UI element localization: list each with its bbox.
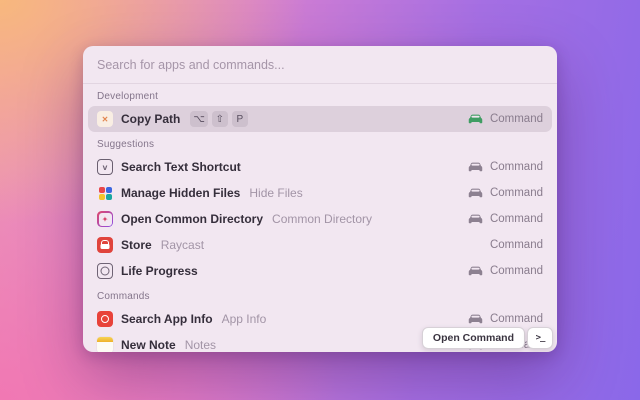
item-title: Search App Info [121,312,213,326]
item-subtitle: Notes [184,338,217,352]
launcher-window: Search for apps and commands... Developm… [83,46,557,352]
new-note-icon [97,337,113,352]
list-item-manage-hidden-files[interactable]: Manage Hidden Files Hide Files Command [88,180,552,206]
item-subtitle: Hide Files [249,186,303,200]
list-item-store[interactable]: Store Raycast Command [88,232,552,258]
item-type-label: Command [489,213,543,225]
item-title: Open Common Directory [121,212,264,226]
extension-icon [97,111,113,127]
results-list: Development Copy Path ⌥⇧P Command Suggestion… [83,84,557,352]
car-icon [468,313,483,325]
life-progress-icon [97,263,113,279]
item-title: Manage Hidden Files [121,186,241,200]
item-title: Search Text Shortcut [121,160,241,174]
common-directory-icon [97,211,113,227]
item-title: Store [121,238,152,252]
open-command-button[interactable]: Open Command [421,327,525,349]
item-title: Life Progress [121,264,198,278]
search-input[interactable]: Search for apps and commands... [97,58,285,72]
item-accessories: Command [468,313,543,325]
car-icon [468,113,483,125]
item-subtitle: App Info [221,312,267,326]
item-accessories: Command [468,113,543,125]
item-type-label: Command [489,265,543,277]
item-type-label: Command [489,239,543,251]
item-type-label: Command [489,187,543,199]
terminal-prompt-key-icon[interactable]: >_ [527,327,553,349]
section-header-commands: Commands [97,291,150,302]
item-type-label: Command [489,313,543,325]
shortcut-keys: ⌥ ⇧ P [190,111,248,127]
store-icon [97,237,113,253]
text-shortcut-icon [97,159,113,175]
keycap: ⌥ [190,111,208,127]
item-subtitle: Raycast [160,238,205,252]
keycap: ⇧ [211,111,228,127]
item-accessories: Command [468,161,543,173]
item-accessories: Command [490,239,543,251]
search-bar[interactable]: Search for apps and commands... [83,46,557,84]
item-accessories: Command [468,213,543,225]
keycap: P [231,111,248,127]
list-item-search-text-shortcut[interactable]: Search Text Shortcut Command [88,154,552,180]
car-icon [468,187,483,199]
item-type-label: Command [489,161,543,173]
open-command-hint: Open Command >_ [421,327,553,349]
item-title: Copy Path [121,112,181,126]
item-subtitle: Common Directory [272,212,373,226]
item-accessories: Command [468,265,543,277]
section-header-suggestions: Suggestions [97,139,155,150]
item-title: New Note [121,338,176,352]
list-item-life-progress[interactable]: Life Progress Command [88,258,552,284]
hidden-files-icon [97,185,113,201]
item-type-label: Command [489,113,543,125]
car-icon [468,265,483,277]
section-header-development: Development [97,91,159,102]
app-info-icon [97,311,113,327]
list-item-copy-path[interactable]: Copy Path ⌥⇧P Command [88,106,552,132]
car-icon [468,161,483,173]
desktop-background: { "search": { "placeholder": "Search for… [0,0,640,400]
car-icon [468,213,483,225]
item-accessories: Command [468,187,543,199]
list-item-open-common-directory[interactable]: Open Common Directory Common Directory Com… [88,206,552,232]
